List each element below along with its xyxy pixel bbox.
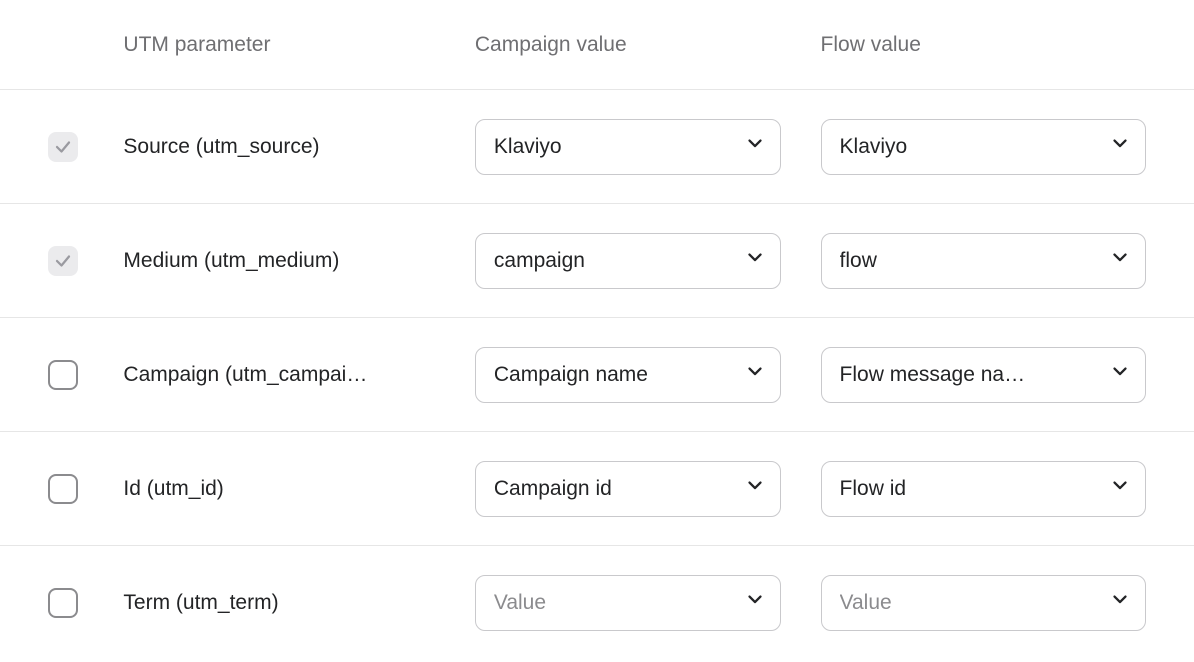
campaign-value-select[interactable]: campaign [475,233,781,289]
utm-param-label: Id (utm_id) [123,475,474,502]
chevron-down-icon [1109,360,1131,389]
row-checkbox[interactable] [48,360,78,390]
flow-value-select[interactable]: Klaviyo [821,119,1146,175]
utm-table: UTM parameter Campaign value Flow value … [0,0,1194,660]
table-row: Medium (utm_medium) campaign flow [0,204,1194,318]
select-text: Campaign id [494,475,732,502]
select-text: Klaviyo [494,133,732,160]
chevron-down-icon [1109,588,1131,617]
chevron-down-icon [1109,474,1131,503]
flow-value-select[interactable]: Value [821,575,1146,631]
chevron-down-icon [744,588,766,617]
flow-value-select[interactable]: Flow id [821,461,1146,517]
utm-param-label: Campaign (utm_campai… [123,361,474,388]
table-row: Source (utm_source) Klaviyo Klaviyo [0,90,1194,204]
chevron-down-icon [744,132,766,161]
select-text: Campaign name [494,361,732,388]
chevron-down-icon [744,360,766,389]
select-text: Value [840,589,1097,616]
campaign-value-select[interactable]: Klaviyo [475,119,781,175]
chevron-down-icon [1109,246,1131,275]
select-text: campaign [494,247,732,274]
campaign-value-select[interactable]: Campaign id [475,461,781,517]
utm-param-label: Medium (utm_medium) [123,247,474,274]
flow-value-select[interactable]: Flow message na… [821,347,1146,403]
utm-param-label: Source (utm_source) [123,133,474,160]
flow-value-select[interactable]: flow [821,233,1146,289]
header-campaign-value: Campaign value [475,31,821,58]
table-row: Term (utm_term) Value Value [0,546,1194,660]
check-icon [54,138,72,156]
select-text: Flow message na… [840,361,1097,388]
row-checkbox[interactable] [48,474,78,504]
table-header-row: UTM parameter Campaign value Flow value [0,0,1194,90]
select-text: Value [494,589,732,616]
select-text: Klaviyo [840,133,1097,160]
row-checkbox[interactable] [48,588,78,618]
campaign-value-select[interactable]: Value [475,575,781,631]
select-text: Flow id [840,475,1097,502]
table-row: Campaign (utm_campai… Campaign name Flow… [0,318,1194,432]
header-flow-value: Flow value [821,31,1166,58]
table-row: Id (utm_id) Campaign id Flow id [0,432,1194,546]
row-checkbox[interactable] [48,132,78,162]
select-text: flow [840,247,1097,274]
chevron-down-icon [744,246,766,275]
campaign-value-select[interactable]: Campaign name [475,347,781,403]
row-checkbox[interactable] [48,246,78,276]
header-utm-parameter: UTM parameter [123,31,474,58]
chevron-down-icon [1109,132,1131,161]
check-icon [54,252,72,270]
chevron-down-icon [744,474,766,503]
utm-param-label: Term (utm_term) [123,589,474,616]
